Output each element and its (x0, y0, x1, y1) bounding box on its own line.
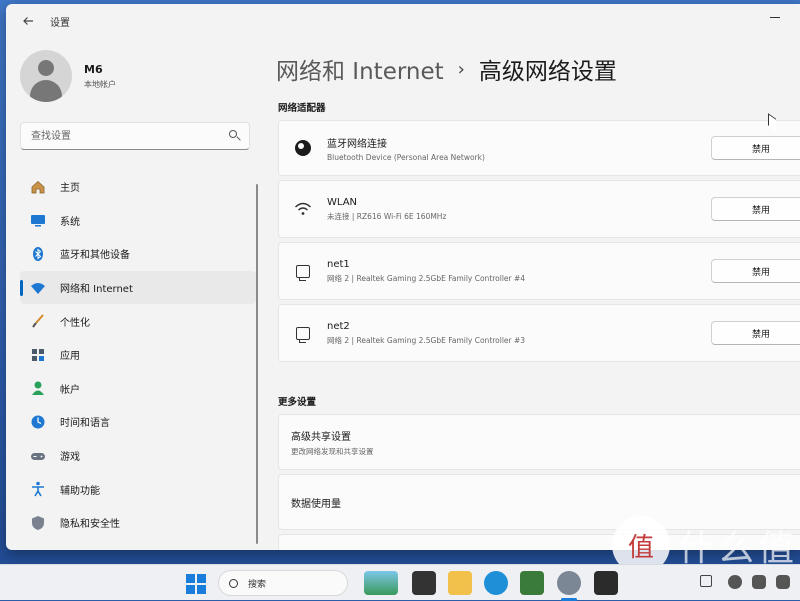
battery-tray-icon[interactable] (776, 575, 790, 589)
file-explorer-icon[interactable] (448, 571, 472, 595)
sidebar-item-label: 隐私和安全性 (60, 519, 120, 531)
shield-icon (30, 515, 46, 531)
task-view-icon[interactable] (412, 571, 436, 595)
apps-icon (30, 347, 46, 363)
sidebar-item-label: 时间和语言 (60, 418, 110, 430)
taskbar: 搜索 (0, 564, 800, 601)
settings-search[interactable] (20, 122, 250, 150)
app-title: 设置 (50, 17, 70, 29)
avatar (20, 50, 72, 102)
arrow-left-icon (23, 17, 33, 25)
sidebar: M6 本地帐户 主页 系统 (6, 38, 268, 550)
sidebar-item-time-language[interactable]: 时间和语言 (20, 405, 256, 439)
title-bar: 设置 (6, 4, 800, 38)
terminal-icon[interactable] (594, 571, 618, 595)
home-icon (30, 179, 46, 195)
sidebar-item-bluetooth[interactable]: 蓝牙和其他设备 (20, 237, 256, 271)
chevron-right-icon: › (457, 58, 465, 80)
settings-item-title: 数据使用量 (291, 498, 341, 510)
sidebar-item-network[interactable]: 网络和 Internet (20, 270, 256, 305)
sidebar-item-privacy[interactable]: 隐私和安全性 (20, 506, 256, 540)
sidebar-item-apps[interactable]: 应用 (20, 338, 256, 372)
sidebar-item-label: 蓝牙和其他设备 (60, 250, 130, 262)
disable-button[interactable]: 禁用 (711, 136, 800, 160)
disable-button[interactable]: 禁用 (711, 321, 800, 345)
ethernet-icon (293, 261, 313, 281)
sidebar-item-label: 系统 (60, 216, 80, 228)
sidebar-item-accessibility[interactable]: 辅助功能 (20, 472, 256, 506)
disable-button[interactable]: 禁用 (711, 259, 800, 283)
adapter-card[interactable]: net1 网络 2 | Realtek Gaming 2.5GbE Family… (278, 242, 800, 300)
minimize-icon (770, 16, 780, 18)
settings-item-title: 高级共享设置 (291, 431, 351, 443)
sidebar-scrollbar[interactable] (256, 184, 258, 544)
sidebar-item-gaming[interactable]: 游戏 (20, 439, 256, 473)
sidebar-item-label: 辅助功能 (60, 485, 100, 497)
breadcrumb-parent[interactable]: 网络和 Internet (276, 52, 444, 86)
chevron-up-icon[interactable] (700, 575, 712, 587)
adapter-card[interactable]: 蓝牙网络连接 Bluetooth Device (Personal Area N… (278, 120, 800, 176)
sidebar-item-label: 网络和 Internet (60, 284, 133, 296)
account-icon (30, 380, 46, 396)
sidebar-item-label: 个性化 (60, 317, 90, 329)
globe-clock-icon (30, 414, 46, 430)
sidebar-item-label: 主页 (60, 183, 80, 195)
settings-item-subtitle: 更改网络发现和共享设置 (291, 446, 374, 456)
advanced-sharing-card[interactable]: 高级共享设置 更改网络发现和共享设置 (278, 414, 800, 470)
section-title-more: 更多设置 (278, 397, 317, 408)
settings-gear-icon[interactable] (557, 571, 581, 595)
sidebar-item-accounts[interactable]: 帐户 (20, 372, 256, 406)
adapter-card[interactable]: net2 网络 2 | Realtek Gaming 2.5GbE Family… (278, 304, 800, 362)
volume-tray-icon[interactable] (752, 575, 766, 589)
account-type: 本地帐户 (84, 79, 116, 89)
wifi-icon (293, 199, 313, 219)
store-icon[interactable] (520, 571, 544, 595)
search-input[interactable] (29, 129, 229, 143)
back-button[interactable] (12, 7, 44, 35)
sidebar-nav: 主页 系统 蓝牙和其他设备 网络和 Internet 个性化 应用 帐户 时间和… (20, 170, 256, 540)
windows-start-icon[interactable] (186, 574, 206, 594)
gamepad-icon (30, 448, 46, 464)
page-title: 高级网络设置 (478, 59, 617, 85)
globe-network-icon (293, 138, 313, 158)
search-icon (229, 578, 238, 588)
accessibility-icon (30, 481, 46, 497)
taskbar-search[interactable]: 搜索 (218, 570, 348, 596)
brush-icon (30, 313, 46, 329)
sidebar-item-label: 应用 (60, 351, 80, 363)
sidebar-item-label: 帐户 (60, 384, 80, 396)
taskbar-search-label: 搜索 (248, 579, 267, 590)
main-content: 网络和 Internet › 高级网络设置 网络适配器 蓝牙网络连接 Bluet… (268, 38, 800, 550)
ethernet-icon (293, 323, 313, 343)
minimize-button[interactable] (768, 10, 782, 24)
user-card[interactable]: M6 本地帐户 (20, 50, 116, 102)
search-icon[interactable] (229, 130, 241, 142)
network-tray-icon[interactable] (728, 575, 742, 589)
bluetooth-icon (30, 246, 46, 262)
widgets-icon[interactable] (364, 571, 398, 595)
adapter-card[interactable]: WLAN 未连接 | RZ616 Wi-Fi 6E 160MHz 禁用 (278, 180, 800, 238)
user-name: M6 (84, 62, 103, 76)
sidebar-item-label: 游戏 (60, 452, 80, 464)
wifi-icon (30, 280, 46, 296)
edge-browser-icon[interactable] (484, 571, 508, 595)
breadcrumb: 网络和 Internet › 高级网络设置 (276, 52, 617, 86)
sidebar-item-home[interactable]: 主页 (20, 170, 256, 204)
sidebar-item-system[interactable]: 系统 (20, 204, 256, 238)
disable-button[interactable]: 禁用 (711, 197, 800, 221)
section-title-adapters: 网络适配器 (278, 103, 326, 114)
settings-window: 设置 M6 本地帐户 主页 (6, 4, 800, 550)
sidebar-item-personalization[interactable]: 个性化 (20, 304, 256, 338)
system-icon (30, 212, 46, 228)
